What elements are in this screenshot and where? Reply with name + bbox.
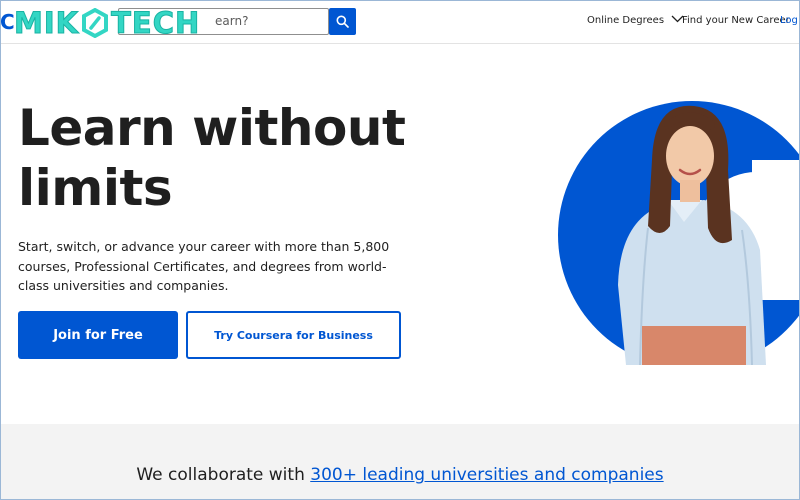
nav-log-in[interactable]: Log In: [780, 15, 800, 26]
collaborate-section: [0, 424, 800, 500]
search-icon: [336, 15, 349, 28]
universities-companies-link[interactable]: 300+ leading universities and companies: [310, 465, 663, 485]
watermark-hex-icon: [82, 8, 109, 38]
nav-online-degrees[interactable]: Online Degrees: [587, 15, 684, 26]
try-coursera-for-business-button[interactable]: Try Coursera for Business: [186, 311, 401, 359]
coursera-logo[interactable]: C: [0, 10, 15, 34]
search-button[interactable]: [329, 8, 356, 35]
join-for-free-button[interactable]: Join for Free: [18, 311, 178, 359]
collaborate-heading: We collaborate with 300+ leading univers…: [0, 465, 800, 485]
collaborate-prefix: We collaborate with: [136, 465, 311, 485]
watermark-text-right: TECH: [111, 6, 201, 41]
nav-find-new-career[interactable]: Find your New Career: [682, 15, 790, 26]
hero-person-image: [558, 101, 800, 365]
hero-title: Learn without limits: [18, 99, 406, 217]
nav-online-degrees-label: Online Degrees: [587, 15, 665, 26]
mikotech-watermark: MIK TECH: [13, 6, 201, 41]
hero-subtitle: Start, switch, or advance your career wi…: [18, 239, 390, 293]
watermark-text-left: MIK: [13, 6, 80, 41]
search-placeholder: earn?: [215, 14, 249, 28]
